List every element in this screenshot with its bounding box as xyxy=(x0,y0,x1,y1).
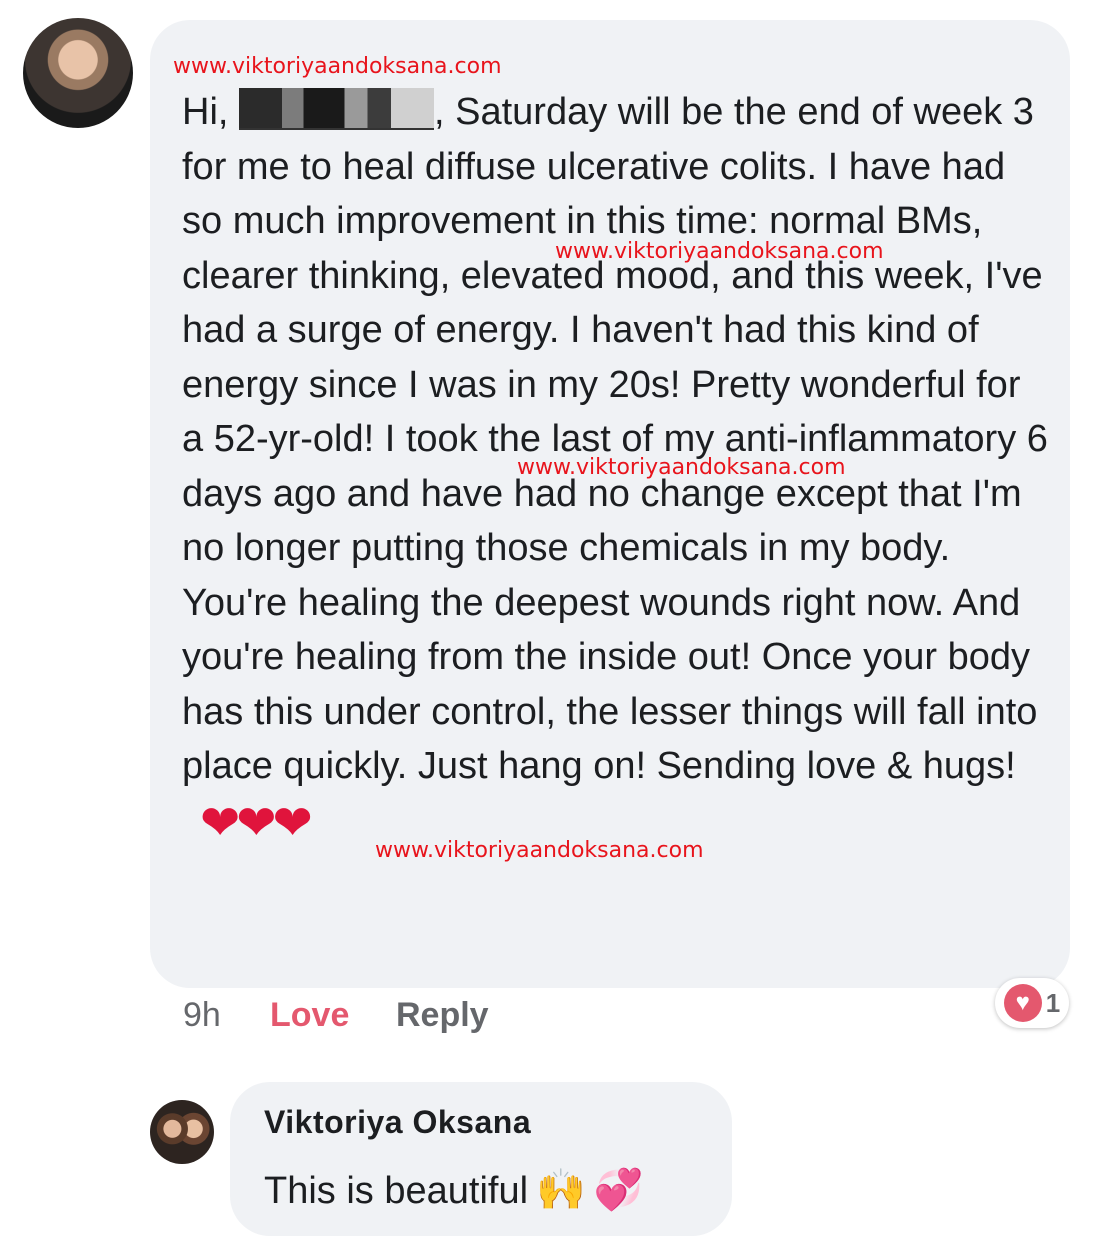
reaction-count: 1 xyxy=(1045,987,1061,1018)
watermark: www.viktoriyaandoksana.com xyxy=(173,54,502,79)
reply-author-name[interactable]: Viktoriya Oksana xyxy=(264,1104,531,1141)
love-reaction-button[interactable]: Love xyxy=(270,996,349,1035)
comment-greeting: Hi, xyxy=(182,91,229,133)
red-hearts-emoji: ❤❤❤ xyxy=(200,796,313,850)
reply-author-avatar[interactable] xyxy=(150,1100,214,1164)
commenter-avatar[interactable] xyxy=(23,18,133,128)
reply-text: This is beautiful 🙌 💞 xyxy=(264,1166,644,1213)
redacted-name xyxy=(239,88,435,130)
two-hearts-emoji: 💞 xyxy=(593,1168,644,1212)
watermark: www.viktoriyaandoksana.com xyxy=(517,455,846,480)
reaction-summary[interactable]: ♥ 1 xyxy=(995,978,1069,1028)
reply-button[interactable]: Reply xyxy=(396,996,489,1035)
comment-timestamp[interactable]: 9h xyxy=(183,996,221,1035)
watermark: www.viktoriyaandoksana.com xyxy=(375,838,704,863)
comment-body: , Saturday will be the end of week 3 for… xyxy=(182,91,1048,787)
reply-message: This is beautiful xyxy=(264,1170,529,1212)
love-reaction-icon: ♥ xyxy=(1003,984,1042,1022)
raising-hands-emoji: 🙌 xyxy=(536,1168,586,1212)
watermark: www.viktoriyaandoksana.com xyxy=(555,239,884,264)
